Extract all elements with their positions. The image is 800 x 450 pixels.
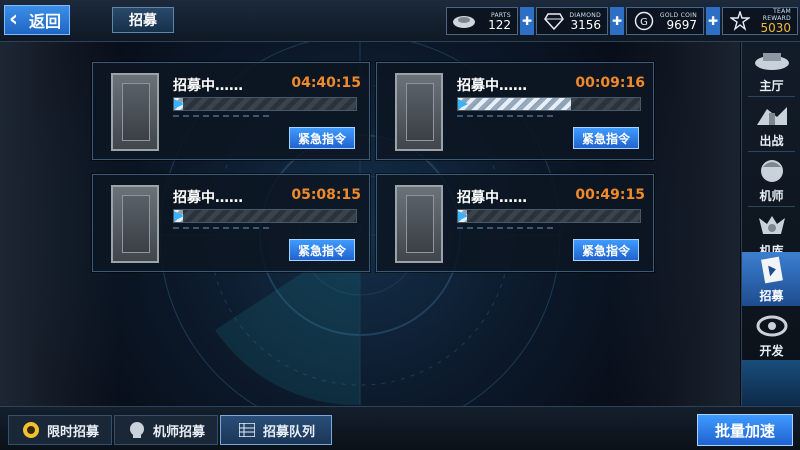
parts-value: 122 xyxy=(488,17,511,32)
plus-icon: ✚ xyxy=(521,14,533,28)
recruit-slot-card: 招募中…… 04:40:15 紧急指令 xyxy=(92,62,370,160)
nav-scroll-more[interactable] xyxy=(742,360,800,406)
develop-icon xyxy=(752,311,792,341)
urgent-order-button[interactable]: 紧急指令 xyxy=(573,239,639,261)
recruit-slot-card: 招募中…… 00:49:15 紧急指令 xyxy=(376,174,654,272)
recruit-status: 招募中…… xyxy=(173,190,243,206)
recruit-timer: 05:08:15 xyxy=(291,187,361,203)
add-parts-button[interactable]: ✚ xyxy=(520,7,534,35)
plus-icon: ✚ xyxy=(611,14,623,28)
nav-item-hall[interactable]: 主厅 xyxy=(742,42,800,96)
pilot-placeholder-icon xyxy=(395,73,443,151)
svg-text:G: G xyxy=(640,17,648,28)
tab-recruit-queue[interactable]: 招募队列 xyxy=(220,415,332,445)
recruit-progress-bar xyxy=(173,209,357,223)
pilot-recruit-icon xyxy=(127,421,147,439)
recruit-slot-card: 招募中…… 00:09:16 紧急指令 xyxy=(376,62,654,160)
chevron-left-icon: ‹ xyxy=(9,7,19,32)
pilot-placeholder-icon xyxy=(111,73,159,151)
queue-list-icon xyxy=(237,421,257,439)
diamond-icon xyxy=(541,11,567,31)
battle-icon xyxy=(752,101,792,131)
bottom-bar: 限时招募 机师招募 招募队列 批量加速 xyxy=(0,406,800,450)
recruit-progress-bar xyxy=(457,97,641,111)
team-reward-icon xyxy=(727,11,753,31)
back-button[interactable]: ‹ 返回 xyxy=(4,5,70,35)
nav-item-recruit[interactable]: 招募 xyxy=(742,252,800,306)
pilot-icon xyxy=(752,156,792,186)
gold-coin-icon: G xyxy=(631,11,657,31)
nav-item-pilot[interactable]: 机师 xyxy=(742,152,800,206)
recruit-timer: 00:09:16 xyxy=(575,75,645,91)
recruit-timer: 04:40:15 xyxy=(291,75,361,91)
recruit-progress-bar xyxy=(457,209,641,223)
pilot-placeholder-icon xyxy=(111,185,159,263)
recruit-progress-bar xyxy=(173,97,357,111)
recruit-icon xyxy=(752,256,792,286)
add-gold-button[interactable]: ✚ xyxy=(706,7,720,35)
recruit-slot-card: 招募中…… 05:08:15 紧急指令 xyxy=(92,174,370,272)
batch-accelerate-button[interactable]: 批量加速 xyxy=(697,414,793,446)
nav-item-develop[interactable]: 开发 xyxy=(742,307,800,361)
back-label: 返回 xyxy=(29,12,62,31)
urgent-order-button[interactable]: 紧急指令 xyxy=(289,239,355,261)
recruit-timer: 00:49:15 xyxy=(575,187,645,203)
hall-icon xyxy=(752,46,792,76)
add-diamond-button[interactable]: ✚ xyxy=(610,7,624,35)
recruit-status: 招募中…… xyxy=(173,78,243,94)
diamond-value: 3156 xyxy=(570,17,601,32)
team-reward-value: 5030 xyxy=(760,21,791,35)
parts-icon xyxy=(451,11,477,31)
gold-coin-value: 9697 xyxy=(666,17,697,32)
pilot-placeholder-icon xyxy=(395,185,443,263)
limited-recruit-icon xyxy=(21,421,41,439)
urgent-order-button[interactable]: 紧急指令 xyxy=(573,127,639,149)
hangar-icon xyxy=(752,211,792,241)
resource-gold-coin: G GOLD COIN 9697 xyxy=(626,7,704,35)
resource-team-reward: TEAM REWARD 5030 xyxy=(722,7,798,35)
side-nav: 主厅 出战 机师 机库 招募 开发 xyxy=(741,42,800,406)
resource-diamond: DIAMOND 3156 xyxy=(536,7,608,35)
tab-limited-recruit[interactable]: 限时招募 xyxy=(8,415,112,445)
tab-pilot-recruit[interactable]: 机师招募 xyxy=(114,415,218,445)
nav-item-battle[interactable]: 出战 xyxy=(742,97,800,151)
page-title: 招募 xyxy=(112,7,174,33)
resource-parts: PARTS 122 xyxy=(446,7,518,35)
plus-icon: ✚ xyxy=(707,14,719,28)
top-bar: ‹ 返回 招募 PARTS 122 ✚ DIAMOND 3156 ✚ G GOLD … xyxy=(0,0,800,42)
urgent-order-button[interactable]: 紧急指令 xyxy=(289,127,355,149)
recruit-status: 招募中…… xyxy=(457,190,527,206)
recruit-status: 招募中…… xyxy=(457,78,527,94)
